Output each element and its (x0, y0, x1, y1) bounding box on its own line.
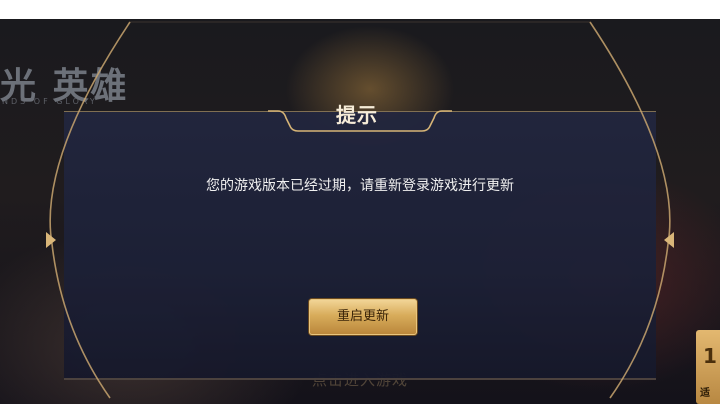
dialog-title: 提示 (336, 103, 378, 127)
side-badge-number: 1 (703, 344, 717, 368)
side-badge-label: 适 (700, 388, 710, 399)
left-frame-arc (49, 21, 131, 399)
dialog-frame (46, 21, 674, 399)
right-frame-arc (589, 21, 671, 399)
dialog-message: 您的游戏版本已经过期，请重新登录游戏进行更新 (206, 178, 514, 194)
restart-update-button[interactable]: 重启更新 (309, 299, 417, 335)
